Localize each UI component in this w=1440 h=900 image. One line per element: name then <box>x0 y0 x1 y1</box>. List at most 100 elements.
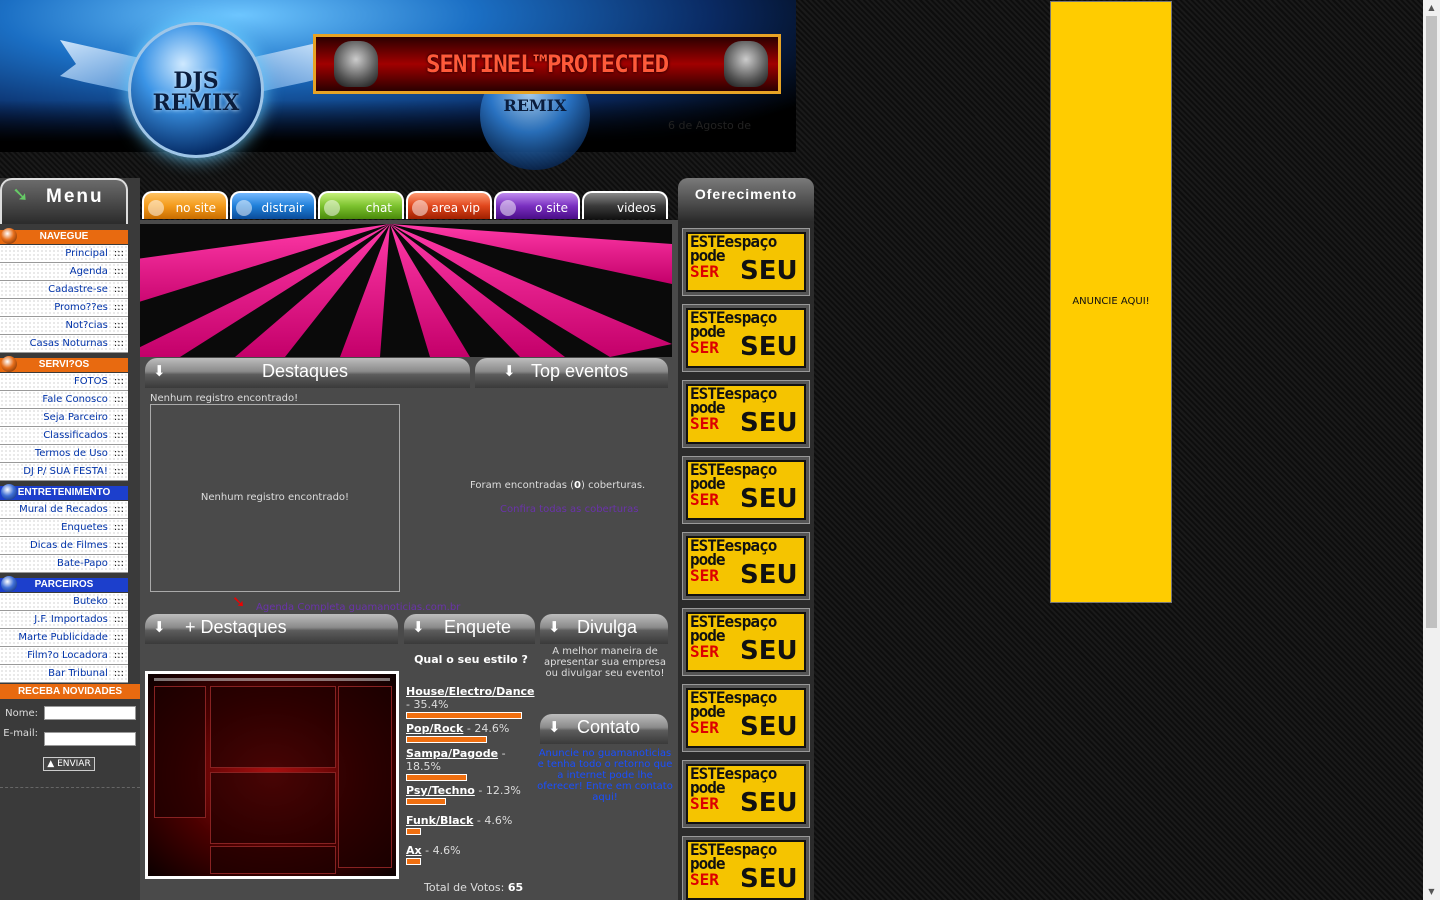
menu-item-enquetes[interactable]: Enquetes::: <box>0 519 128 537</box>
scroll-down-icon[interactable]: ▼ <box>1423 886 1440 898</box>
menu-item-fale-conosco[interactable]: Fale Conosco::: <box>0 391 128 409</box>
tab-chat[interactable]: chat <box>318 191 404 219</box>
top-eventos-header: ⬇ Top eventos <box>475 358 668 388</box>
ad-slot[interactable]: ESTEespaço pode SER SEU <box>682 760 810 828</box>
enquete-question: Qual o seu estilo ? <box>414 653 528 666</box>
logo-text: DJS REMIX <box>152 68 240 116</box>
sentinel-banner-text: SENTINEL™PROTECTED <box>425 50 669 78</box>
download-icon: ⬇ <box>412 619 425 636</box>
enquete-header: ⬇ Enquete <box>404 614 535 644</box>
poll-option[interactable]: Psy/Techno - 12.3% <box>406 784 536 805</box>
menu-item-termos-de-uso[interactable]: Termos de Uso::: <box>0 445 128 463</box>
menu-item-principal[interactable]: Principal::: <box>0 245 128 263</box>
contato-link[interactable]: Anuncie no guamanoticias e tenha todo o … <box>535 748 675 803</box>
ad-slot[interactable]: ESTEespaço pode SER SEU <box>682 456 810 524</box>
tab-distrair[interactable]: distrair <box>230 191 316 219</box>
menu-item-casas-noturnas[interactable]: Casas Noturnas::: <box>0 335 128 353</box>
menu-item-seja-parceiro[interactable]: Seja Parceiro::: <box>0 409 128 427</box>
download-icon: ⬇ <box>153 363 166 380</box>
sunburst-banner[interactable] <box>140 224 672 357</box>
newsletter-name-label: Nome: <box>5 708 38 719</box>
download-icon: ⬇ <box>548 719 561 736</box>
divulga-text: A melhor maneira de apresentar sua empre… <box>543 646 667 679</box>
poll-option[interactable]: Sampa/Pagode - 18.5% <box>406 747 536 781</box>
scroll-up-icon[interactable]: ▲ <box>1423 2 1440 14</box>
destaques-header: ⬇ Destaques <box>145 358 470 388</box>
menu-item-bar-tribunal[interactable]: Bar Tribunal::: <box>0 665 128 683</box>
menu-item-classificados[interactable]: Classificados::: <box>0 427 128 445</box>
ad-slot[interactable]: ESTEespaço pode SER SEU <box>682 228 810 296</box>
menu-item-fotos[interactable]: FOTOS::: <box>0 373 128 391</box>
menu-section-entretenimento: ENTRETENIMENTO <box>0 484 128 500</box>
poll-option[interactable]: House/Electro/Dance - 35.4% <box>406 685 536 719</box>
tab-no-site[interactable]: no site <box>142 191 228 219</box>
menu-item-marte-publicidade[interactable]: Marte Publicidade::: <box>0 629 128 647</box>
destaques-inner-message: Nenhum registro encontrado! <box>200 492 350 503</box>
newsletter-name-input[interactable] <box>44 706 136 720</box>
scrollbar-thumb[interactable] <box>1426 16 1437 628</box>
tab-o-site[interactable]: o site <box>494 191 580 219</box>
section-ball-icon <box>1 576 17 592</box>
menu-item-agenda[interactable]: Agenda::: <box>0 263 128 281</box>
ad-slot[interactable]: ESTEespaço pode SER SEU <box>682 380 810 448</box>
menu-list-parceiros: Buteko::: J.F. Importados::: Marte Publi… <box>0 593 128 683</box>
ad-line: SEU <box>740 636 798 666</box>
header-orb-text: REMIX <box>503 96 567 115</box>
ad-line: SER <box>690 718 719 737</box>
ad-slot[interactable]: ESTEespaço pode SER SEU <box>682 532 810 600</box>
divulga-header: ⬇ Divulga <box>540 614 668 644</box>
poll-bar <box>406 828 421 835</box>
newsletter-submit-button[interactable]: ▲ ENVIAR <box>43 757 95 771</box>
coberturas-count-text: Foram encontradas (0) coberturas. <box>470 480 646 491</box>
ad-line: SEU <box>740 864 798 894</box>
contato-header[interactable]: ⬇ Contato <box>540 714 668 744</box>
agenda-completa-link[interactable]: Agenda Completa guamanoticias.com.br <box>256 602 460 613</box>
ad-line: SER <box>690 870 719 889</box>
menu-item-cadastre-se[interactable]: Cadastre-se::: <box>0 281 128 299</box>
destaque-thumbnail[interactable] <box>145 671 399 879</box>
tab-area-vip[interactable]: area vip <box>406 191 492 219</box>
menu-section-navegue: NAVEGUE <box>0 228 128 244</box>
newsletter-title: RECEBA NOVIDADES <box>0 684 140 699</box>
ad-slot[interactable]: ESTEespaço pode SER SEU <box>682 836 810 900</box>
menu-item-jf-importados[interactable]: J.F. Importados::: <box>0 611 128 629</box>
download-icon: ⬇ <box>153 619 166 636</box>
ad-line: SER <box>690 642 719 661</box>
ad-line: SEU <box>740 712 798 742</box>
poll-option[interactable]: Funk/Black - 4.6% <box>406 814 536 835</box>
ad-line: SEU <box>740 332 798 362</box>
menu-item-mural-de-recados[interactable]: Mural de Recados::: <box>0 501 128 519</box>
poll-option[interactable]: Pop/Rock - 24.6% <box>406 722 536 743</box>
tab-icon <box>148 200 164 216</box>
menu-item-filmao-locadora[interactable]: Film?o Locadora::: <box>0 647 128 665</box>
coberturas-link[interactable]: Confira todas as coberturas <box>500 504 639 515</box>
ad-line: SER <box>690 490 719 509</box>
ad-line: SER <box>690 262 719 281</box>
menu-item-bate-papo[interactable]: Bate-Papo::: <box>0 555 128 573</box>
newsletter-email-input[interactable] <box>44 732 136 746</box>
ad-slot[interactable]: ESTEespaço pode SER SEU <box>682 684 810 752</box>
poll-bar <box>406 736 487 743</box>
ad-slot[interactable]: ESTEespaço pode SER SEU <box>682 608 810 676</box>
oferecimento-title: Oferecimento <box>694 186 798 202</box>
poll-bar <box>406 712 522 719</box>
header-date: 6 de Agosto de <box>668 119 751 132</box>
ad-line: SER <box>690 794 719 813</box>
ad-slot[interactable]: ESTEespaço pode SER SEU <box>682 304 810 372</box>
menu-item-dj-festa[interactable]: DJ P/ SUA FESTA!::: <box>0 463 128 481</box>
menu-item-buteko[interactable]: Buteko::: <box>0 593 128 611</box>
menu-section-servicos: SERVI?OS <box>0 356 128 372</box>
menu-item-promocoes[interactable]: Promo??es::: <box>0 299 128 317</box>
menu-item-dicas-de-filmes[interactable]: Dicas de Filmes::: <box>0 537 128 555</box>
tab-icon <box>412 200 428 216</box>
ad-line: SEU <box>740 484 798 514</box>
poll-option[interactable]: Ax - 4.6% <box>406 844 536 865</box>
tab-icon <box>324 200 340 216</box>
ad-line: SEU <box>740 256 798 286</box>
poll-bar <box>406 774 467 781</box>
ad-line: SEU <box>740 560 798 590</box>
section-ball-icon <box>1 484 17 500</box>
tab-videos[interactable]: videos <box>582 191 668 219</box>
red-arrow-icon: ➘ <box>232 592 246 611</box>
menu-item-noticias[interactable]: Not?cias::: <box>0 317 128 335</box>
